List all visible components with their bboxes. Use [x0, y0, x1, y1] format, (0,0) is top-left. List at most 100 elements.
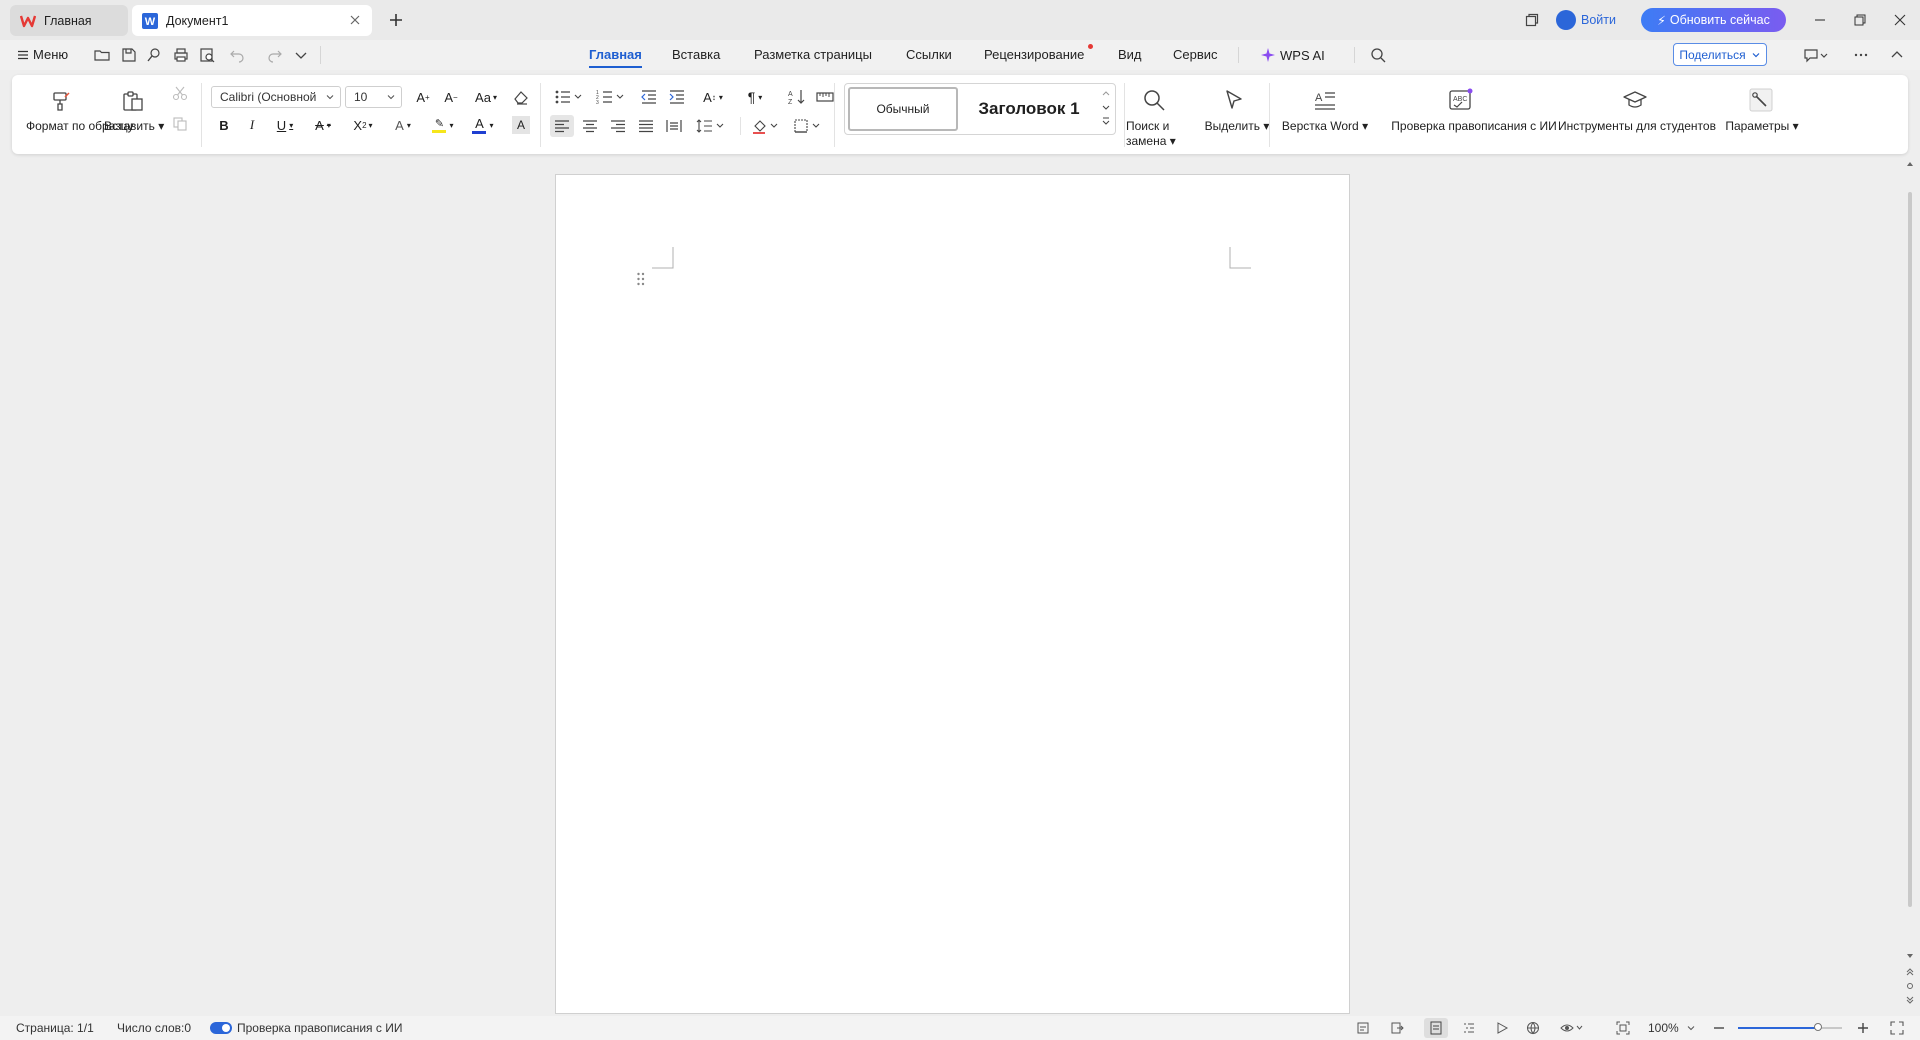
print-icon[interactable] [172, 46, 190, 64]
vertical-scrollbar[interactable] [1904, 160, 1916, 1015]
eye-protection-icon[interactable] [1560, 1021, 1584, 1035]
strikethrough-icon[interactable]: A ▾ [308, 114, 338, 136]
bullet-list-icon[interactable] [554, 88, 584, 106]
shading-fill-icon[interactable] [752, 118, 782, 134]
student-tools-label[interactable]: Инструменты для студентов [1558, 119, 1716, 134]
page-counter[interactable]: Страница: 1/1 [16, 1021, 94, 1035]
tab-document[interactable]: W Документ1 [132, 5, 372, 36]
decrease-indent-icon[interactable] [640, 88, 658, 106]
zoom-out-icon[interactable] [1712, 1021, 1726, 1035]
browse-object-icon[interactable] [1906, 982, 1914, 990]
tab-references[interactable]: Ссылки [906, 47, 952, 62]
font-name-dropdown[interactable]: Calibri (Основной [211, 86, 341, 108]
params-label[interactable]: Параметры ▾ [1724, 119, 1800, 134]
fullscreen-icon[interactable] [1890, 1021, 1904, 1035]
web-view-icon[interactable] [1526, 1021, 1540, 1035]
read-mode-icon[interactable] [1356, 1021, 1370, 1035]
document-page[interactable] [555, 174, 1350, 1014]
graduation-cap-icon[interactable] [1622, 87, 1648, 113]
word-layout-label[interactable]: Верстка Word ▾ [1280, 119, 1370, 134]
style-normal[interactable]: Обычный [848, 87, 958, 131]
search-icon[interactable] [1369, 46, 1387, 64]
scrollbar-thumb[interactable] [1908, 192, 1912, 907]
login-button[interactable]: Войти [1556, 9, 1616, 31]
select-label[interactable]: Выделить ▾ [1202, 119, 1272, 134]
justify-icon[interactable] [638, 118, 654, 134]
chevron-down-icon[interactable] [1818, 46, 1830, 64]
numbered-list-icon[interactable]: 123 [596, 88, 626, 106]
tab-view[interactable]: Вид [1118, 47, 1142, 62]
font-size-dropdown[interactable]: 10 [345, 86, 402, 108]
share-button[interactable]: Поделиться [1673, 43, 1767, 66]
shrink-font-icon[interactable]: A − [440, 86, 462, 108]
scroll-up-icon[interactable] [1906, 160, 1914, 168]
cut-icon[interactable] [172, 85, 188, 101]
paste-button[interactable] [118, 87, 148, 115]
text-effects-icon[interactable]: A ▾ [388, 114, 418, 136]
tab-wps-ai[interactable]: WPS AI [1260, 47, 1325, 63]
settings-icon[interactable] [1748, 87, 1774, 113]
tab-home-ribbon[interactable]: Главная [589, 47, 642, 68]
restore-button[interactable] [1848, 8, 1872, 32]
text-direction-icon[interactable]: A ↕ ▾ [696, 86, 730, 108]
sort-icon[interactable]: AZ [788, 88, 806, 106]
ai-spellcheck-icon[interactable]: ABC [1448, 87, 1474, 113]
tab-page-layout[interactable]: Разметка страницы [754, 47, 872, 62]
chevron-down-icon[interactable] [1686, 1023, 1696, 1033]
close-window-button[interactable] [1888, 8, 1912, 32]
zoom-in-icon[interactable] [1856, 1021, 1870, 1035]
align-left-icon[interactable] [554, 118, 570, 134]
format-painter-button[interactable] [46, 87, 74, 115]
tab-stops-icon[interactable] [816, 88, 834, 106]
new-tab-icon[interactable] [386, 10, 406, 30]
ai-spellcheck-label[interactable]: Проверка правописания с ИИ [1390, 119, 1558, 134]
underline-icon[interactable]: U ▾ [270, 114, 300, 136]
copy-icon[interactable] [172, 116, 188, 132]
borders-icon[interactable] [794, 118, 824, 134]
styles-scroll-icon[interactable] [1100, 87, 1112, 131]
distributed-align-icon[interactable] [666, 118, 682, 134]
align-right-icon[interactable] [610, 118, 626, 134]
select-cursor-icon[interactable] [1221, 87, 1247, 113]
export-icon[interactable] [1390, 1021, 1404, 1035]
open-folder-icon[interactable] [93, 46, 111, 64]
more-icon[interactable] [1852, 46, 1870, 64]
find-replace-label[interactable]: Поиск и замена ▾ [1126, 119, 1182, 149]
tab-service[interactable]: Сервис [1173, 47, 1218, 62]
print-preview-icon[interactable] [198, 46, 216, 64]
zoom-percent[interactable]: 100% [1648, 1021, 1679, 1035]
word-layout-icon[interactable]: A [1312, 87, 1338, 113]
page-view-icon[interactable] [1429, 1021, 1443, 1035]
close-tab-icon[interactable] [348, 13, 362, 27]
clear-formatting-icon[interactable] [512, 88, 530, 106]
change-case-icon[interactable]: Aa ▾ [470, 86, 502, 108]
paragraph-drag-handle-icon[interactable] [636, 271, 646, 287]
window-mode-button[interactable] [1520, 8, 1544, 32]
upgrade-button[interactable]: ⚡ Обновить сейчас [1641, 8, 1786, 32]
outline-view-icon[interactable] [1462, 1021, 1476, 1035]
tab-review[interactable]: Рецензирование [984, 47, 1084, 62]
highlight-color-icon[interactable]: ✎ ▾ [428, 114, 458, 136]
fit-page-icon[interactable] [1616, 1021, 1630, 1035]
font-color-icon[interactable]: A ▾ [468, 114, 498, 136]
line-spacing-icon[interactable] [696, 118, 726, 134]
grow-font-icon[interactable]: A + [412, 86, 434, 108]
collapse-ribbon-icon[interactable] [1888, 46, 1906, 64]
previous-page-icon[interactable] [1906, 968, 1914, 976]
zoom-slider-track[interactable] [1738, 1023, 1842, 1031]
minimize-button[interactable] [1808, 8, 1832, 32]
italic-icon[interactable]: I [242, 114, 262, 136]
align-center-icon[interactable] [582, 118, 598, 134]
undo-icon[interactable] [228, 46, 246, 64]
bold-icon[interactable]: B [214, 114, 234, 136]
save-icon[interactable] [120, 46, 138, 64]
next-page-icon[interactable] [1906, 996, 1914, 1004]
ai-spellcheck-toggle[interactable] [210, 1022, 232, 1034]
scroll-down-icon[interactable] [1906, 952, 1914, 960]
zoom-slider-handle[interactable] [1814, 1023, 1822, 1031]
play-icon[interactable] [1495, 1021, 1509, 1035]
format-brush-icon[interactable] [145, 46, 163, 64]
main-menu-button[interactable]: Меню [18, 47, 68, 62]
paste-label[interactable]: Вставить ▾ [104, 119, 164, 134]
word-count[interactable]: Число слов:0 [117, 1021, 191, 1035]
